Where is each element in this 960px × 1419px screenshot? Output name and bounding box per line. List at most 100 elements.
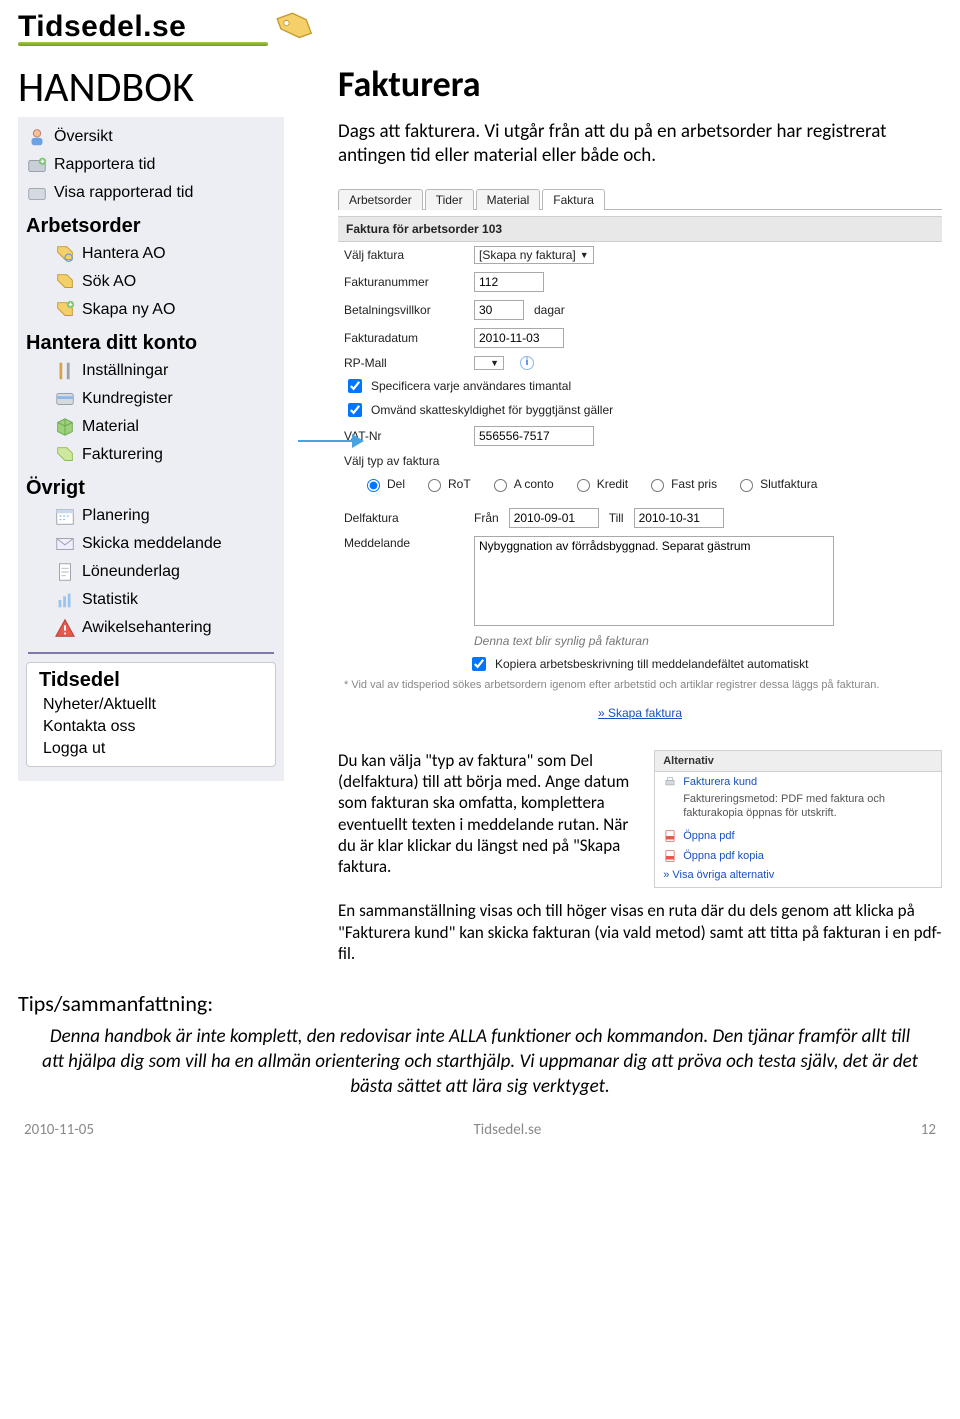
sidebar-label: Rapportera tid <box>54 156 155 174</box>
sidebar-label: Kundregister <box>82 390 173 408</box>
tag-plus-icon <box>54 299 76 321</box>
from-input[interactable] <box>509 508 599 528</box>
box-icon <box>54 416 76 438</box>
sidebar-item-fakturering[interactable]: Fakturering <box>24 441 278 469</box>
alt-oppna-pdf-label: Öppna pdf <box>683 830 734 842</box>
sidebar-item-report-time[interactable]: Rapportera tid <box>24 151 278 179</box>
sidebar-item-statistik[interactable]: Statistik <box>24 586 278 614</box>
radio-kredit-input[interactable] <box>577 479 590 492</box>
tab-material[interactable]: Material <box>476 189 541 210</box>
skapa-faktura-link[interactable]: » Skapa faktura <box>598 706 682 720</box>
radio-aconto[interactable]: A conto <box>489 476 554 492</box>
help-icon[interactable]: i <box>520 356 534 370</box>
sidebar-label: Löneunderlag <box>82 563 180 581</box>
page-title: Fakturera <box>338 62 942 106</box>
delfaktura-label: Delfaktura <box>344 511 464 525</box>
sidebar-item-sok-ao[interactable]: Sök AO <box>24 268 278 296</box>
alt-fakturera-kund[interactable]: Fakturera kund <box>655 772 941 792</box>
datum-label: Fakturadatum <box>344 331 464 345</box>
villkor-unit: dagar <box>534 303 565 317</box>
sidebar-item-installningar[interactable]: Inställningar <box>24 357 278 385</box>
sidebar-label: Inställningar <box>82 362 168 380</box>
tag-icon <box>54 271 76 293</box>
intro-paragraph: Dags att fakturera. Vi utgår från att du… <box>338 120 942 168</box>
sidebar-label: Översikt <box>54 128 113 146</box>
sidebar-item-show-reported[interactable]: Visa rapporterad tid <box>24 179 278 207</box>
tag-icon <box>271 5 317 51</box>
tab-tider[interactable]: Tider <box>425 189 474 210</box>
sidebar-item-kundregister[interactable]: Kundregister <box>24 385 278 413</box>
rpmall-label: RP-Mall <box>344 356 464 370</box>
card-icon <box>54 388 76 410</box>
sidebar-item-overview[interactable]: Översikt <box>24 123 278 151</box>
sidebar-item-nyheter[interactable]: Nyheter/Aktuellt <box>37 694 265 716</box>
radio-rot-input[interactable] <box>428 479 441 492</box>
alt-metod-text: Faktureringsmetod: PDF med faktura och f… <box>655 792 941 827</box>
chk-omvand-label: Omvänd skatteskyldighet för byggtjänst g… <box>371 403 613 417</box>
till-input[interactable] <box>634 508 724 528</box>
radio-slut-input[interactable] <box>740 479 753 492</box>
radio-slut[interactable]: Slutfaktura <box>735 476 817 492</box>
sidebar-item-material[interactable]: Material <box>24 413 278 441</box>
document-icon <box>54 561 76 583</box>
chk-omvand[interactable] <box>348 403 362 417</box>
checkbox-specificera[interactable]: Specificera varje användares timantal <box>338 374 942 398</box>
footer-date: 2010-11-05 <box>24 1121 94 1139</box>
radio-rot[interactable]: RoT <box>423 476 471 492</box>
alt-visa-ovriga[interactable]: » Visa övriga alternativ <box>655 866 941 887</box>
sidebar-item-awikelse[interactable]: Awikelsehantering <box>24 614 278 642</box>
radio-kredit[interactable]: Kredit <box>572 476 628 492</box>
radio-group-typ: Del RoT A conto Kredit Fast pris Slutfak… <box>338 472 942 498</box>
sidebar-item-skicka-meddelande[interactable]: Skicka meddelande <box>24 530 278 558</box>
checkbox-kopiera[interactable]: Kopiera arbetsbeskrivning till meddeland… <box>338 652 942 676</box>
app-window: Arbetsorder Tider Material Faktura Faktu… <box>338 186 942 730</box>
pdf-icon <box>663 849 677 863</box>
row-rpmall: RP-Mall ▼ i <box>338 352 942 374</box>
row-fakturadatum: Fakturadatum <box>338 324 942 352</box>
radio-del-input[interactable] <box>367 479 380 492</box>
medd-label: Meddelande <box>344 536 464 550</box>
alternativ-box: Alternativ Fakturera kund Faktureringsme… <box>654 750 942 889</box>
meddelande-textarea[interactable] <box>474 536 834 626</box>
row-valj-faktura: Välj faktura [Skapa ny faktura]▼ <box>338 242 942 268</box>
mail-icon <box>54 533 76 555</box>
valj-faktura-dropdown[interactable]: [Skapa ny faktura]▼ <box>474 246 594 264</box>
villkor-label: Betalningsvillkor <box>344 303 464 317</box>
chk-kopiera[interactable] <box>472 657 486 671</box>
sidebar-item-logga-ut[interactable]: Logga ut <box>37 738 265 760</box>
radio-label: RoT <box>448 477 471 491</box>
checkbox-omvand[interactable]: Omvänd skatteskyldighet för byggtjänst g… <box>338 398 942 422</box>
tab-faktura[interactable]: Faktura <box>542 189 605 210</box>
nummer-input[interactable] <box>474 272 544 292</box>
sidebar-label: Skicka meddelande <box>82 535 222 553</box>
radio-del[interactable]: Del <box>362 476 405 492</box>
row-typ: Välj typ av faktura <box>338 450 942 472</box>
tools-icon <box>54 360 76 382</box>
rpmall-dropdown[interactable]: ▼ <box>474 356 504 370</box>
alt-oppna-pdf-kopia[interactable]: Öppna pdf kopia <box>655 846 941 866</box>
radio-fastpris[interactable]: Fast pris <box>646 476 717 492</box>
help-note: * Vid val av tidsperiod sökes arbetsorde… <box>338 676 942 698</box>
chk-specificera[interactable] <box>348 379 362 393</box>
sidebar-item-skapa-ao[interactable]: Skapa ny AO <box>24 296 278 324</box>
tab-arbetsorder[interactable]: Arbetsorder <box>338 189 423 210</box>
radio-aconto-input[interactable] <box>494 479 507 492</box>
radio-fastpris-input[interactable] <box>651 479 664 492</box>
villkor-input[interactable] <box>474 300 524 320</box>
sidebar-item-planering[interactable]: Planering <box>24 502 278 530</box>
sidebar-head-tidsedel: Tidsedel <box>39 669 265 692</box>
alternativ-head: Alternativ <box>655 751 941 772</box>
row-meddelande: Meddelande <box>338 532 942 630</box>
sidebar-item-kontakta[interactable]: Kontakta oss <box>37 716 265 738</box>
alt-oppna-pdf[interactable]: Öppna pdf <box>655 826 941 846</box>
tips-title: Tips/sammanfattning: <box>18 990 942 1017</box>
folder-plus-icon <box>26 154 48 176</box>
logo-text-block: Tidsedel.se <box>18 10 268 46</box>
vat-input[interactable] <box>474 426 594 446</box>
printer-icon <box>663 775 677 789</box>
sidebar-item-hantera-ao[interactable]: Hantera AO <box>24 240 278 268</box>
footer-site: Tidsedel.se <box>473 1121 541 1139</box>
datum-input[interactable] <box>474 328 564 348</box>
footer: 2010-11-05 Tidsedel.se 12 <box>18 1121 942 1143</box>
sidebar-item-loneunderlag[interactable]: Löneunderlag <box>24 558 278 586</box>
